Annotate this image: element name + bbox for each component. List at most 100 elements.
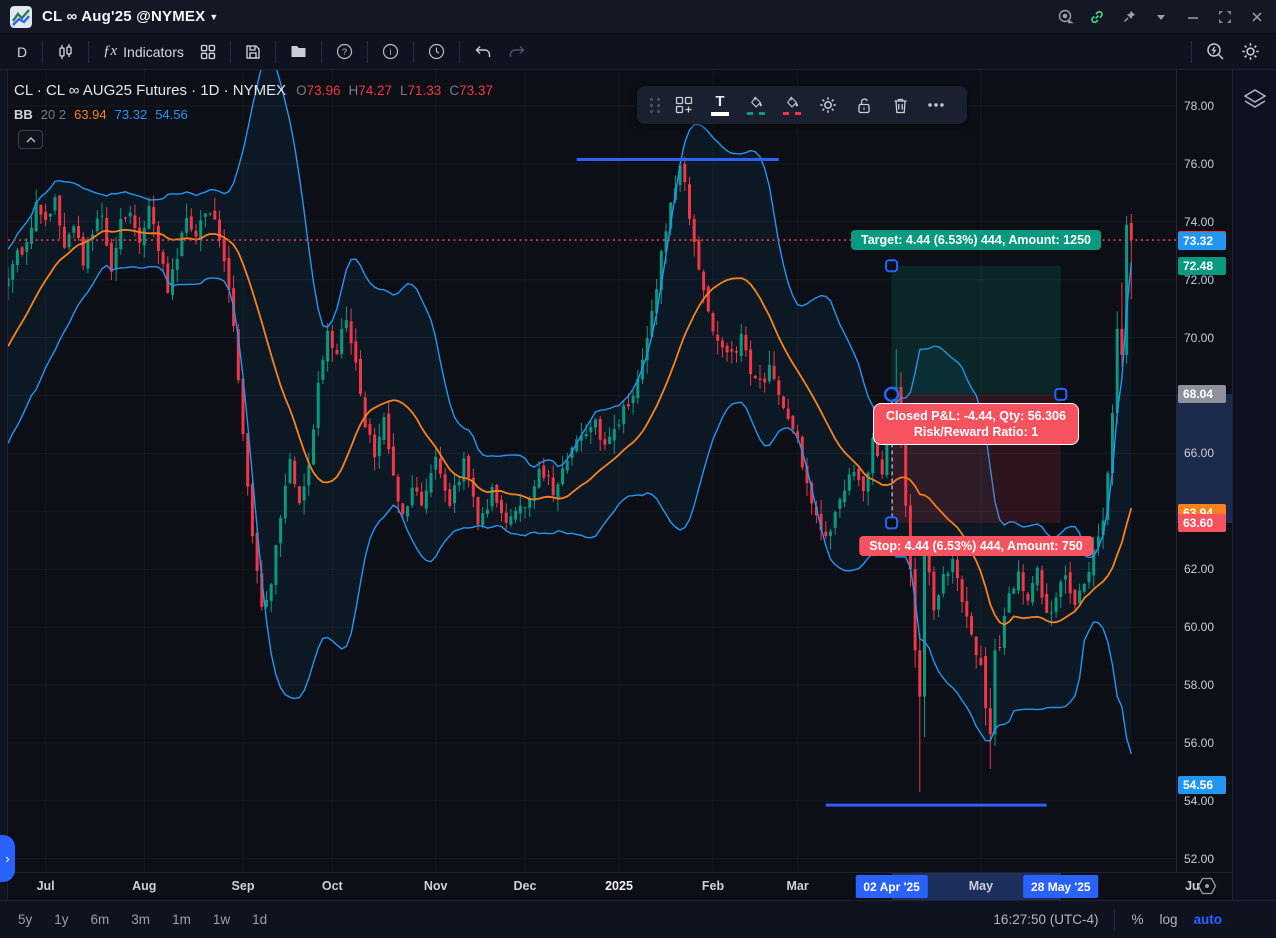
price-scale[interactable]: 78.0076.0074.0072.0070.0068.0066.0062.00… [1176,70,1232,872]
time-alert-button[interactable] [420,38,453,66]
legend-collapse-button[interactable] [18,130,43,149]
quick-search-button[interactable] [1198,38,1233,66]
toolbar-separator [88,41,89,63]
save-button[interactable] [237,38,269,66]
target-handle[interactable] [886,260,897,271]
sidebar-expand-button[interactable]: › [0,835,15,882]
template-icon [675,96,693,114]
redo-button[interactable] [500,38,534,66]
object-tree-button[interactable] [1242,88,1268,117]
timeframe-button[interactable]: D [8,38,36,66]
help-button[interactable]: ? [328,38,361,66]
caret-down-menu-icon[interactable] [1152,8,1170,26]
layout-grid-button[interactable] [192,38,224,66]
template-button[interactable] [667,90,701,120]
range-button-1w[interactable]: 1w [205,909,238,930]
time-tick: Sep [232,879,255,893]
minimize-icon[interactable] [1184,8,1202,26]
undo-button[interactable] [466,38,500,66]
link-icon[interactable] [1088,8,1106,26]
chart-canvas[interactable] [0,70,1176,872]
trading-app-window: CL ∞ Aug'25 @NYMEX ▼ [0,0,1276,938]
toolbar-separator [1191,41,1192,63]
text-color-icon: T [715,95,724,109]
delete-drawing-button[interactable] [883,90,917,120]
position-target-label[interactable]: Target: 4.44 (6.53%) 444, Amount: 1250 [851,230,1101,250]
range-button-1m[interactable]: 1m [164,909,199,930]
session-clock[interactable]: 16:27:50 (UTC-4) [993,912,1098,927]
close-icon[interactable] [1248,8,1266,26]
toolbar-separator [321,41,322,63]
price-value-label: 68.04 [1178,385,1226,403]
lock-drawing-button[interactable] [847,90,881,120]
pnl-line1: Closed P&L: -4.44, Qty: 56.306 [886,408,1066,424]
bottom-separator [1114,910,1115,930]
range-button-1d[interactable]: 1d [244,909,275,930]
log-scale-button[interactable]: log [1159,912,1177,927]
price-value-label: 73.32 [1178,232,1226,250]
caret-down-icon[interactable]: ▼ [209,12,218,22]
indicators-button[interactable]: ƒx Indicators [95,38,192,66]
window-title[interactable]: CL ∞ Aug'25 @NYMEX [42,8,205,25]
time-tick: Dec [514,879,537,893]
more-options-button[interactable] [919,90,953,120]
ohlc-item: L71.33 [400,83,441,98]
quick-search-icon [1206,42,1225,61]
time-scale[interactable]: JulAugSepOctNovDec2025FebMarMayJu02 Apr … [0,872,1232,900]
selected-date-label[interactable]: 28 May '25 [1023,875,1099,898]
svg-text:i: i [389,47,391,58]
drawing-settings-button[interactable] [811,90,845,120]
open-layout-button[interactable] [282,38,315,66]
pin-icon[interactable] [1120,8,1138,26]
bb-title: BB [14,107,33,122]
bb-params: 20 2 [41,107,66,122]
position-pnl-label[interactable]: Closed P&L: -4.44, Qty: 56.306 Risk/Rewa… [873,403,1079,445]
time-tick: Oct [322,879,343,893]
position-profit-zone[interactable] [892,266,1061,395]
loss-fill-button[interactable] [775,90,809,120]
scale-target-button[interactable] [1196,876,1218,901]
right-gutter [1232,70,1276,900]
price-value-label: 63.60 [1178,514,1226,532]
text-color-button[interactable]: T [703,90,737,120]
range-button-1y[interactable]: 1y [46,909,76,930]
layout-grid-icon [200,44,216,60]
main-toolbar: D ƒx Indicators [0,34,1276,70]
folder-icon [290,44,307,59]
timeframe-label: D [17,44,27,60]
range-button-3m[interactable]: 3m [123,909,158,930]
range-button-5y[interactable]: 5y [10,909,40,930]
drag-handle-icon[interactable] [645,90,665,120]
info-button[interactable]: i [374,38,407,66]
entry-handle[interactable] [885,388,898,401]
price-tick: 70.00 [1184,331,1214,345]
maximize-icon[interactable] [1216,8,1234,26]
help-icon: ? [336,43,353,60]
window-titlebar: CL ∞ Aug'25 @NYMEX ▼ [0,0,1276,34]
pnl-line2: Risk/Reward Ratio: 1 [886,424,1066,440]
settings-icon [819,96,837,114]
indicators-label: Indicators [123,44,184,60]
chevron-up-icon [26,137,36,143]
auto-scale-button[interactable]: auto [1194,912,1223,927]
lock-open-icon [856,97,872,114]
time-tick: Aug [132,879,156,893]
range-button-6m[interactable]: 6m [83,909,118,930]
end-handle[interactable] [1055,389,1066,400]
indicator-legend-bb[interactable]: BB 20 2 63.9473.3254.56 [14,107,188,122]
redo-icon [508,45,526,59]
chart-style-button[interactable] [49,38,82,66]
position-stop-label[interactable]: Stop: 4.44 (6.53%) 444, Amount: 750 [859,536,1093,556]
fill-profit-icon [748,96,765,109]
selected-date-label[interactable]: 02 Apr '25 [855,875,927,898]
ohlc-item: O73.96 [296,83,340,98]
snapshot-icon[interactable] [1056,8,1074,26]
price-tick: 58.00 [1184,678,1214,692]
percent-scale-button[interactable]: % [1131,912,1143,927]
chart-pane: Target: 4.44 (6.53%) 444, Amount: 1250 C… [0,70,1176,872]
profit-fill-button[interactable] [739,90,773,120]
layers-icon [1242,88,1268,112]
settings-button[interactable] [1233,38,1268,66]
symbol-legend[interactable]: CL · CL ∞ AUG25 Futures · 1D · NYMEX O73… [14,82,493,99]
stop-handle[interactable] [886,517,897,528]
